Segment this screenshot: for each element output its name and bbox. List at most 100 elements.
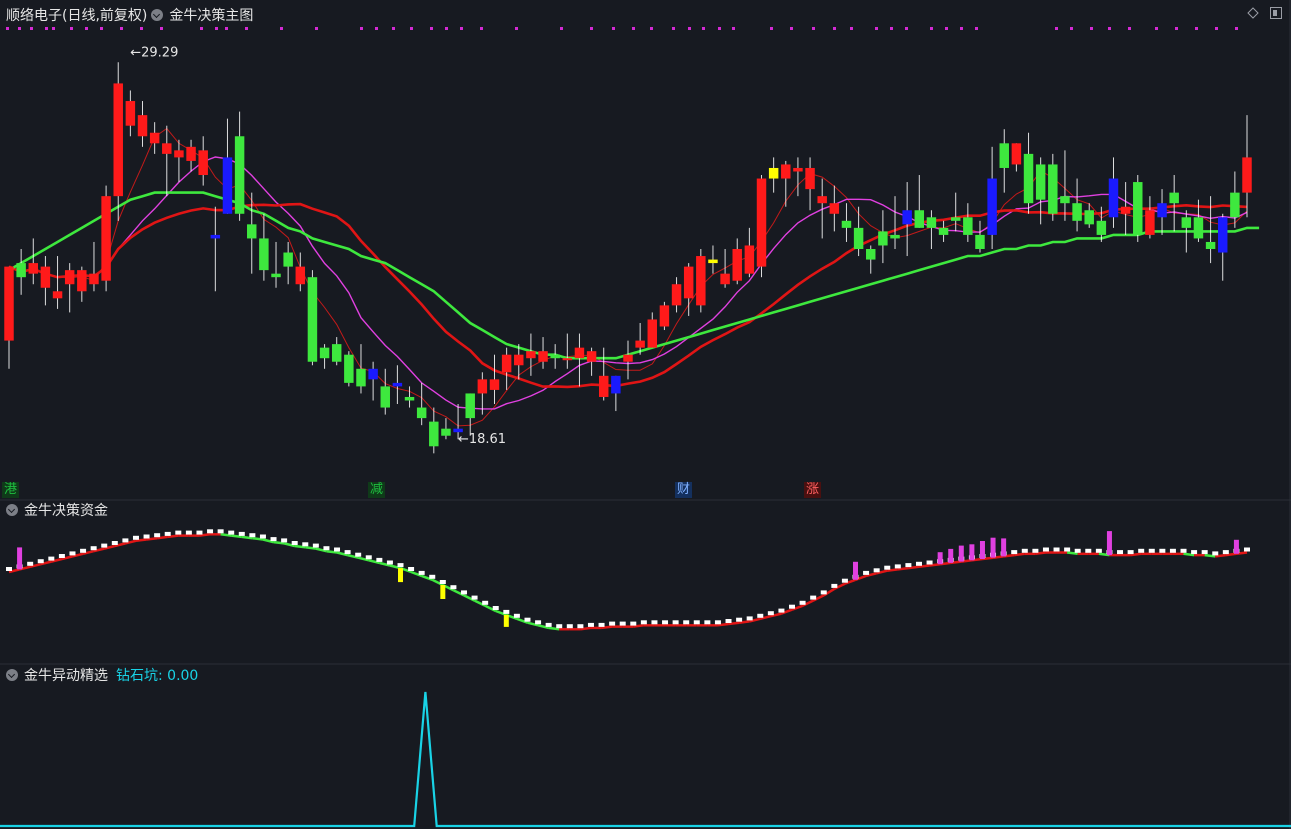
candle-body: [1096, 220, 1107, 235]
candle-body: [853, 227, 864, 249]
capital-marker: [228, 530, 235, 535]
capital-marker: [894, 564, 901, 569]
signal-dot: [790, 27, 793, 30]
capital-marker: [746, 616, 753, 621]
capital-marker: [154, 533, 161, 538]
capital-marker: [1117, 550, 1124, 555]
signal-dot: [100, 27, 103, 30]
candle-body: [89, 273, 99, 285]
candle-body: [817, 196, 827, 204]
candle-body: [429, 421, 439, 447]
candle-body: [950, 217, 961, 221]
candle-body: [307, 277, 318, 362]
capital-marker: [217, 529, 224, 534]
panel2-title[interactable]: 金牛决策资金: [24, 500, 108, 520]
signal-dot: [245, 27, 248, 30]
capital-marker: [1169, 548, 1176, 553]
signal-dot: [718, 27, 721, 30]
diamond-pit-line: [0, 691, 1291, 828]
signal-dot: [280, 27, 283, 30]
signal-dot: [70, 27, 73, 30]
capital-marker: [905, 563, 912, 568]
event-tag-hk[interactable]: 港: [2, 482, 20, 498]
capital-marker: [1159, 548, 1166, 553]
event-tag-up[interactable]: 涨: [804, 482, 822, 498]
signal-dot: [702, 27, 705, 30]
candle-body: [1120, 206, 1131, 214]
stock-title[interactable]: 顺络电子(日线,前复权): [6, 5, 147, 25]
capital-marker: [1042, 547, 1049, 552]
capital-marker: [1021, 548, 1028, 553]
candle-body: [598, 375, 609, 397]
signal-dot: [1215, 27, 1218, 30]
candle-body: [283, 252, 293, 267]
signal-dot: [833, 27, 836, 30]
event-tag-finance[interactable]: 财: [675, 482, 693, 498]
signal-dot: [1155, 27, 1158, 30]
maximize-icon[interactable]: [1270, 7, 1282, 19]
capital-marker: [386, 560, 393, 565]
signal-dot: [430, 27, 433, 30]
capital-marker: [810, 595, 817, 600]
signal-dot: [1090, 27, 1093, 30]
candle-body: [538, 351, 548, 362]
signal-dot: [480, 27, 483, 30]
dropdown-circle-icon[interactable]: [6, 669, 18, 681]
capital-marker: [915, 561, 922, 566]
candle-body: [526, 351, 536, 359]
capital-marker: [80, 548, 87, 553]
candle-body: [696, 256, 706, 306]
capital-marker: [672, 620, 679, 625]
candle-body: [1011, 143, 1022, 165]
capital-marker: [1180, 548, 1187, 553]
capital-marker: [492, 606, 499, 610]
panel3-title[interactable]: 金牛异动精选: [24, 665, 108, 685]
capital-marker: [302, 542, 309, 547]
capital-marker: [863, 570, 870, 575]
candle-body: [64, 270, 75, 285]
capital-marker: [281, 538, 288, 543]
signal-dot: [890, 27, 893, 30]
candle-body: [756, 178, 767, 267]
capital-marker: [238, 531, 245, 536]
event-tag-reduce[interactable]: 减: [368, 482, 386, 498]
candle-body: [416, 407, 427, 419]
capital-marker: [1032, 548, 1039, 553]
capital-marker: [1138, 548, 1145, 553]
candle-body: [768, 167, 779, 179]
capital-marker: [1212, 551, 1219, 556]
capital-signal-bar: [990, 537, 996, 558]
signal-dot: [410, 27, 413, 30]
capital-signal-bar: [979, 541, 985, 559]
candle-body: [1193, 217, 1204, 239]
signal-dot: [945, 27, 948, 30]
candle-body: [963, 217, 973, 235]
signal-dot: [1195, 27, 1198, 30]
capital-marker: [1244, 547, 1250, 552]
capital-marker: [365, 555, 372, 560]
capital-marker: [1148, 548, 1155, 553]
candle-body: [1084, 210, 1094, 225]
signal-dot: [315, 27, 318, 30]
candle-body: [174, 150, 184, 158]
signal-dot: [515, 27, 518, 30]
capital-marker: [535, 620, 542, 625]
candle-body: [671, 284, 682, 306]
capital-marker: [1127, 550, 1134, 555]
candle-body: [465, 393, 475, 419]
candle-body: [902, 210, 912, 225]
capital-marker: [312, 543, 319, 548]
signal-dot: [45, 27, 48, 30]
dropdown-circle-icon[interactable]: [151, 9, 164, 21]
diamond-icon[interactable]: [1247, 7, 1259, 19]
capital-marker: [37, 559, 44, 564]
candle-body: [356, 368, 366, 387]
capital-marker: [323, 546, 330, 551]
capital-marker: [175, 530, 182, 535]
signal-dot: [1235, 27, 1238, 30]
capital-marker: [630, 621, 637, 626]
candle-body: [866, 249, 876, 260]
dropdown-circle-icon[interactable]: [6, 504, 18, 516]
capital-marker: [1191, 550, 1198, 555]
main-indicator-title[interactable]: 金牛决策主图: [169, 5, 253, 25]
